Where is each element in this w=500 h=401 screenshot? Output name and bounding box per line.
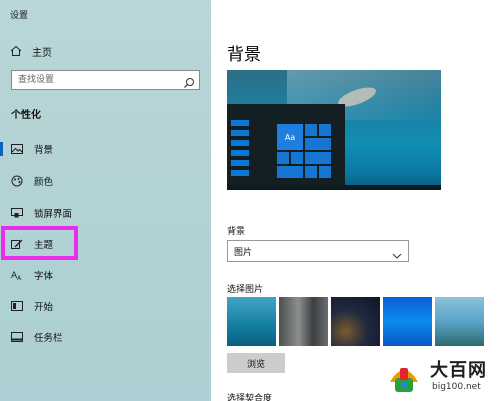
- thumbnail-night-sky[interactable]: [331, 297, 380, 346]
- sidebar-item-label: 字体: [34, 271, 54, 282]
- thumbnail-underwater[interactable]: [227, 297, 276, 346]
- lock-screen-icon: [10, 206, 24, 220]
- home-nav-item[interactable]: 主页: [8, 42, 198, 60]
- home-label: 主页: [32, 47, 52, 59]
- watermark: 大百网 big100.net: [382, 350, 500, 401]
- start-grid-icon: [10, 299, 24, 313]
- start-menu-preview: Aa: [227, 104, 345, 190]
- window-title: 设置: [10, 11, 29, 21]
- sidebar-item-label: 背景: [34, 145, 54, 156]
- watermark-logo-icon: [383, 355, 425, 397]
- sidebar-item-label: 开始: [34, 302, 54, 313]
- chevron-down-icon: [392, 246, 402, 259]
- thumbnail-windows-blue[interactable]: [383, 297, 432, 346]
- font-icon: AA: [10, 268, 24, 282]
- svg-text:A: A: [17, 275, 22, 281]
- sidebar-item-lock-screen[interactable]: 锁屏界面: [0, 198, 211, 228]
- picture-icon: [10, 142, 24, 156]
- background-preview: Aa: [227, 70, 441, 190]
- search-box[interactable]: [11, 70, 200, 90]
- taskbar-icon: [10, 330, 24, 344]
- sidebar-item-colors[interactable]: 颜色: [0, 166, 211, 196]
- choose-fit-label: 选择契合度: [227, 394, 273, 401]
- main-panel: 背景 Aa 背景 图片 选择图片 浏览 选择契合度: [211, 0, 500, 401]
- section-title: 个性化: [11, 110, 41, 121]
- thumbnail-rock[interactable]: [279, 297, 328, 346]
- thumbnail-beach[interactable]: [435, 297, 484, 346]
- palette-icon: [10, 174, 24, 188]
- sidebar-item-fonts[interactable]: AA 字体: [0, 260, 211, 290]
- sidebar-item-label: 锁屏界面: [34, 209, 73, 220]
- select-value: 图片: [234, 248, 253, 258]
- sidebar: 设置 主页 个性化 背景 颜色: [0, 0, 211, 401]
- watermark-brand: 大百网: [430, 360, 487, 381]
- picture-thumbnails: [227, 297, 500, 347]
- watermark-url: big100.net: [432, 382, 481, 392]
- browse-button[interactable]: 浏览: [227, 353, 285, 373]
- highlight-annotation: [1, 226, 78, 260]
- page-title: 背景: [227, 45, 261, 65]
- choose-picture-label: 选择图片: [227, 285, 264, 295]
- home-icon: [8, 43, 24, 59]
- sidebar-item-label: 颜色: [34, 177, 54, 188]
- preview-tile: Aa: [277, 124, 303, 150]
- sidebar-item-background[interactable]: 背景: [0, 134, 211, 164]
- search-icon[interactable]: [183, 74, 195, 88]
- sidebar-item-label: 任务栏: [34, 333, 63, 344]
- settings-window: 设置 主页 个性化 背景 颜色: [0, 0, 500, 401]
- sidebar-item-taskbar[interactable]: 任务栏: [0, 322, 211, 352]
- background-type-select[interactable]: 图片: [227, 240, 409, 262]
- sidebar-item-start[interactable]: 开始: [0, 291, 211, 321]
- search-input[interactable]: [12, 71, 177, 89]
- background-label: 背景: [227, 227, 246, 237]
